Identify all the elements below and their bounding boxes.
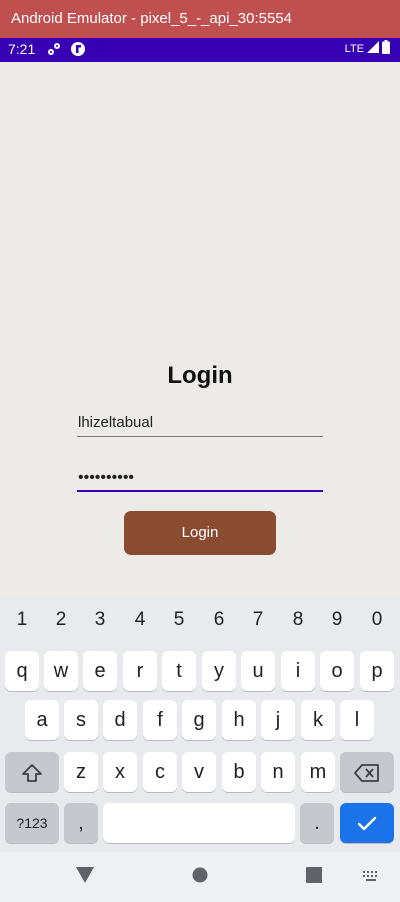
key-2[interactable]: 2: [49, 609, 73, 631]
key-m[interactable]: m: [301, 752, 335, 792]
key-8[interactable]: 8: [286, 609, 310, 631]
key-g[interactable]: g: [182, 700, 216, 740]
key-t[interactable]: t: [162, 651, 196, 691]
backspace-icon: [354, 763, 380, 782]
period-key[interactable]: .: [300, 803, 334, 843]
backspace-key[interactable]: [340, 752, 394, 792]
key-z[interactable]: z: [64, 752, 98, 792]
space-key[interactable]: [103, 803, 295, 843]
key-y[interactable]: y: [202, 651, 236, 691]
key-1[interactable]: 1: [10, 609, 34, 631]
key-x[interactable]: x: [103, 752, 137, 792]
recents-icon[interactable]: [306, 867, 322, 888]
page-title: Login: [167, 362, 233, 389]
notification-app-icon: [70, 41, 86, 60]
key-3[interactable]: 3: [88, 609, 112, 631]
key-k[interactable]: k: [301, 700, 335, 740]
key-v[interactable]: v: [182, 752, 216, 792]
battery-icon: [382, 40, 390, 57]
username-field[interactable]: lhizeltabual: [77, 409, 323, 437]
key-h[interactable]: h: [222, 700, 256, 740]
symbols-key[interactable]: ?123: [5, 803, 59, 843]
password-field[interactable]: ••••••••••: [77, 464, 323, 492]
login-screen: Login lhizeltabual •••••••••• Login: [0, 62, 400, 597]
key-p[interactable]: p: [360, 651, 394, 691]
login-button[interactable]: Login: [124, 511, 276, 555]
key-5[interactable]: 5: [167, 609, 191, 631]
key-4[interactable]: 4: [128, 609, 152, 631]
key-0[interactable]: 0: [365, 609, 389, 631]
key-6[interactable]: 6: [207, 609, 231, 631]
back-icon[interactable]: [76, 867, 94, 888]
key-l[interactable]: l: [340, 700, 374, 740]
key-f[interactable]: f: [143, 700, 177, 740]
key-s[interactable]: s: [64, 700, 98, 740]
key-e[interactable]: e: [83, 651, 117, 691]
key-a[interactable]: a: [25, 700, 59, 740]
shift-icon: [21, 763, 43, 783]
key-q[interactable]: q: [5, 651, 39, 691]
key-d[interactable]: d: [103, 700, 137, 740]
emulator-title-bar: Android Emulator - pixel_5_-_api_30:5554: [0, 0, 400, 38]
navigation-bar: [0, 852, 400, 902]
number-row: 1 2 3 4 5 6 7 8 9 0: [0, 609, 400, 633]
key-i[interactable]: i: [281, 651, 315, 691]
key-n[interactable]: n: [261, 752, 295, 792]
shift-key[interactable]: [5, 752, 59, 792]
home-icon[interactable]: [192, 867, 208, 888]
settings-icon: [46, 41, 62, 60]
key-o[interactable]: o: [320, 651, 354, 691]
soft-keyboard: 1 2 3 4 5 6 7 8 9 0 q w e r t y u i o p …: [0, 597, 400, 852]
key-r[interactable]: r: [123, 651, 157, 691]
signal-icon: [367, 41, 379, 56]
key-j[interactable]: j: [261, 700, 295, 740]
comma-key[interactable]: ,: [64, 803, 98, 843]
status-time: 7:21: [8, 41, 36, 57]
key-c[interactable]: c: [143, 752, 177, 792]
key-7[interactable]: 7: [246, 609, 270, 631]
emulator-title: Android Emulator - pixel_5_-_api_30:5554: [11, 10, 293, 27]
check-icon: [357, 816, 377, 832]
keyboard-switch-icon[interactable]: [362, 869, 380, 887]
key-b[interactable]: b: [222, 752, 256, 792]
key-w[interactable]: w: [44, 651, 78, 691]
enter-key[interactable]: [340, 803, 394, 843]
key-9[interactable]: 9: [325, 609, 349, 631]
key-u[interactable]: u: [241, 651, 275, 691]
network-label: LTE: [344, 42, 364, 55]
status-bar: 7:21 LTE: [0, 38, 400, 62]
